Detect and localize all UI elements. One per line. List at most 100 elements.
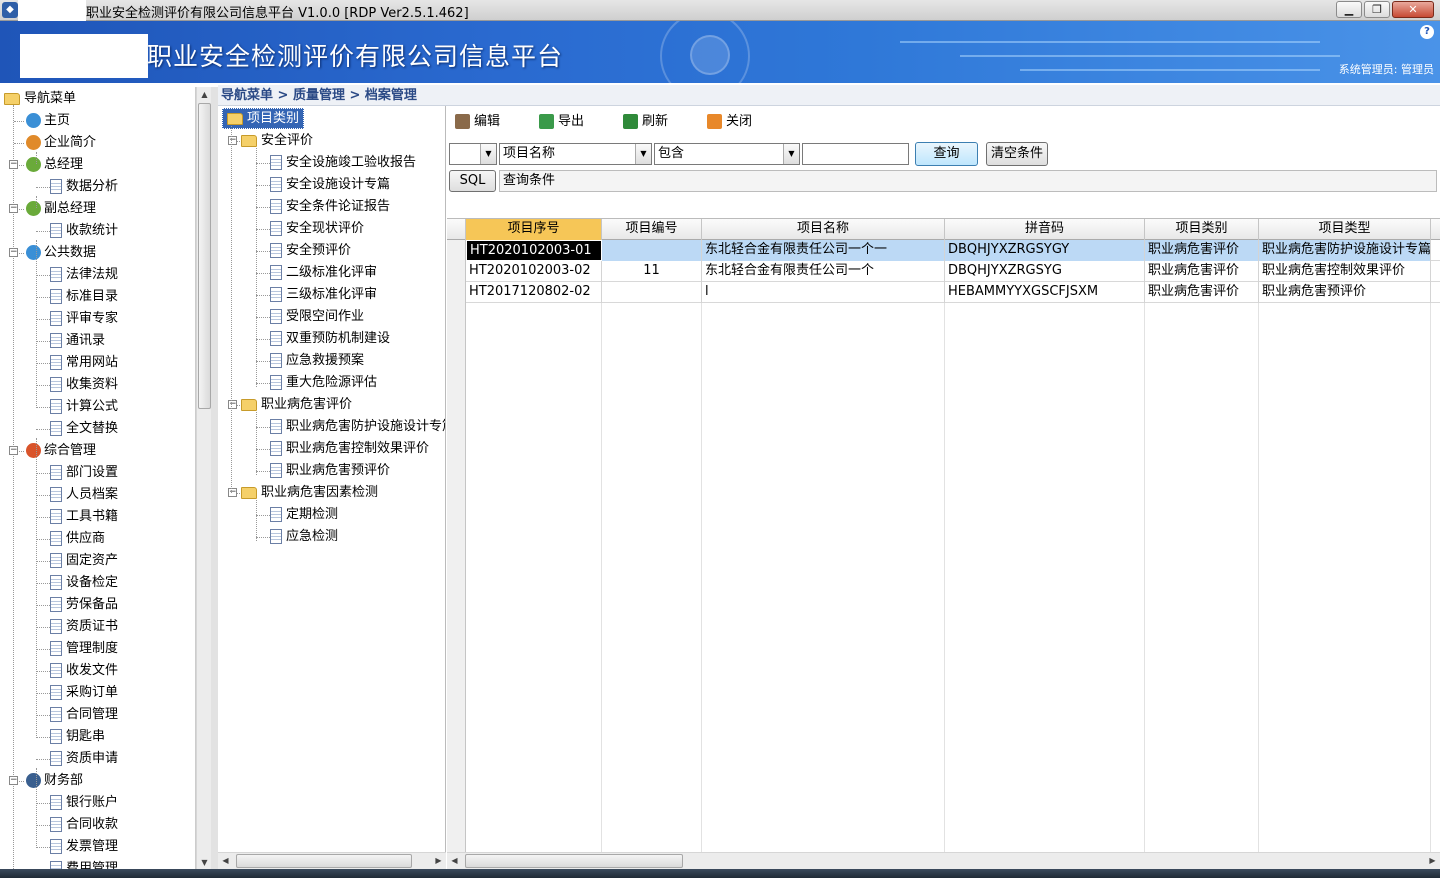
nav-root[interactable]: 导航菜单 (4, 88, 76, 110)
export-button[interactable]: 导出 (539, 111, 584, 133)
category-group[interactable]: − 职业病危害评价 (228, 394, 352, 416)
close-button[interactable]: 关闭 (707, 111, 752, 133)
table-row[interactable]: HT2020102003-01 东北轻合金有限责任公司一个一 DBQHJYXZRGS… (447, 240, 1440, 261)
nav-item[interactable]: 主页 (26, 110, 70, 132)
collapse-toggle[interactable]: − (9, 446, 18, 455)
scroll-right-arrow-icon[interactable]: ▶ (431, 853, 446, 868)
category-item[interactable]: 三级标准化评审 (270, 284, 377, 306)
help-icon[interactable]: ? (1420, 25, 1434, 39)
collapse-toggle[interactable]: − (228, 488, 237, 497)
panel-splitter[interactable] (211, 87, 218, 870)
table-cell[interactable]: HT2017120802-02 (466, 282, 602, 303)
table-cell[interactable]: 职业病危害控制效果评价 (1259, 261, 1431, 282)
scroll-left-arrow-icon[interactable]: ◀ (447, 853, 462, 868)
nav-subitem[interactable]: 计算公式 (50, 396, 118, 418)
nav-vertical-scrollbar[interactable]: ▲ ▼ (196, 87, 211, 870)
category-item[interactable]: 重大危险源评估 (270, 372, 377, 394)
column-header[interactable]: 项目类别 (1145, 219, 1259, 240)
table-cell[interactable]: HT2020102003-01 (466, 240, 602, 261)
table-cell[interactable]: 东北轻合金有限责任公司一个 (702, 261, 945, 282)
nav-subitem[interactable]: 常用网站 (50, 352, 118, 374)
nav-subitem[interactable]: 数据分析 (50, 176, 118, 198)
field-select[interactable]: 项目名称 ▼ (499, 143, 652, 165)
nav-subitem[interactable]: 发票管理 (50, 836, 118, 858)
row-header[interactable] (447, 240, 466, 261)
filter-value-input[interactable] (802, 143, 909, 165)
column-header[interactable]: 项目编号 (602, 219, 702, 240)
category-item[interactable]: 安全设施设计专篇 (270, 174, 390, 196)
table-cell[interactable]: l (702, 282, 945, 303)
chevron-down-icon[interactable]: ▼ (480, 144, 496, 164)
nav-subitem[interactable]: 供应商 (50, 528, 105, 550)
category-root[interactable]: 项目类别 (222, 108, 305, 130)
nav-subitem[interactable]: 资质证书 (50, 616, 118, 638)
nav-subitem[interactable]: 钥匙串 (50, 726, 105, 748)
scroll-up-arrow-icon[interactable]: ▲ (197, 87, 212, 102)
nav-subitem[interactable]: 合同管理 (50, 704, 118, 726)
collapse-toggle[interactable]: − (228, 400, 237, 409)
table-row[interactable]: HT2020102003-02 11 东北轻合金有限责任公司一个 DBQHJYXZRG… (447, 261, 1440, 282)
category-item[interactable]: 安全预评价 (270, 240, 351, 262)
nav-subitem[interactable]: 劳保备品 (50, 594, 118, 616)
minimize-button[interactable]: ▁ (1336, 1, 1362, 18)
table-cell[interactable]: 东北轻合金有限责任公司一个一 (702, 240, 945, 261)
table-cell[interactable]: 职业病危害评价 (1145, 240, 1259, 261)
table-cell[interactable]: DBQHJYXZRGSYG (945, 261, 1145, 282)
category-item[interactable]: 定期检测 (270, 504, 338, 526)
category-item[interactable]: 二级标准化评审 (270, 262, 377, 284)
nav-subitem[interactable]: 资质申请 (50, 748, 118, 770)
nav-subitem[interactable]: 标准目录 (50, 286, 118, 308)
scroll-down-arrow-icon[interactable]: ▼ (197, 855, 212, 870)
table-cell[interactable]: 职业病危害预评价 (1259, 282, 1431, 303)
scrollbar-thumb[interactable] (465, 854, 683, 868)
nav-subitem[interactable]: 采购订单 (50, 682, 118, 704)
chevron-down-icon[interactable]: ▼ (635, 144, 651, 164)
grid-horizontal-scrollbar[interactable]: ◀ ▶ (447, 852, 1440, 869)
logic-select[interactable]: ▼ (449, 143, 497, 165)
scroll-right-arrow-icon[interactable]: ▶ (1425, 853, 1440, 868)
nav-subitem[interactable]: 收集资料 (50, 374, 118, 396)
category-item[interactable]: 应急救援预案 (270, 350, 364, 372)
collapse-toggle[interactable]: − (9, 204, 18, 213)
nav-subitem[interactable]: 收发文件 (50, 660, 118, 682)
chevron-down-icon[interactable]: ▼ (783, 144, 799, 164)
nav-subitem[interactable]: 评审专家 (50, 308, 118, 330)
table-row[interactable]: HT2017120802-02 l HEBAMMYYXGSCFJSXM 职业病危害评价… (447, 282, 1440, 303)
collapse-toggle[interactable]: − (228, 136, 237, 145)
query-button[interactable]: 查询 (915, 142, 978, 166)
nav-subitem[interactable]: 银行账户 (50, 792, 118, 814)
scrollbar-thumb[interactable] (198, 103, 211, 409)
nav-subitem[interactable]: 收款统计 (50, 220, 118, 242)
nav-subitem[interactable]: 管理制度 (50, 638, 118, 660)
clear-conditions-button[interactable]: 清空条件 (986, 142, 1048, 166)
refresh-button[interactable]: 刷新 (623, 111, 668, 133)
column-header[interactable]: 项目类型 (1259, 219, 1431, 240)
table-cell[interactable] (602, 240, 702, 261)
category-item[interactable]: 职业病危害控制效果评价 (270, 438, 429, 460)
table-cell[interactable]: HT2020102003-02 (466, 261, 602, 282)
collapse-toggle[interactable]: − (9, 776, 18, 785)
nav-subitem[interactable]: 固定资产 (50, 550, 118, 572)
table-cell[interactable]: 职业病危害防护设施设计专篇 (1259, 240, 1431, 261)
nav-item[interactable]: − 财务部 (9, 770, 83, 792)
collapse-toggle[interactable]: − (9, 160, 18, 169)
row-header[interactable] (447, 261, 466, 282)
operator-select[interactable]: 包含 ▼ (654, 143, 800, 165)
scrollbar-thumb[interactable] (236, 854, 412, 868)
scroll-left-arrow-icon[interactable]: ◀ (218, 853, 233, 868)
grid-corner[interactable] (447, 219, 466, 240)
category-group[interactable]: − 安全评价 (228, 130, 313, 152)
category-item[interactable]: 职业病危害预评价 (270, 460, 390, 482)
column-header[interactable]: 拼音码 (945, 219, 1145, 240)
nav-subitem[interactable]: 工具书籍 (50, 506, 118, 528)
column-header[interactable]: 项目名称 (702, 219, 945, 240)
table-cell[interactable]: 11 (602, 261, 702, 282)
table-cell[interactable]: HEBAMMYYXGSCFJSXM (945, 282, 1145, 303)
row-header[interactable] (447, 282, 466, 303)
nav-item[interactable]: − 总经理 (9, 154, 83, 176)
collapse-toggle[interactable]: − (9, 248, 18, 257)
nav-subitem[interactable]: 设备检定 (50, 572, 118, 594)
category-item[interactable]: 安全条件论证报告 (270, 196, 390, 218)
maximize-button[interactable]: ❐ (1364, 1, 1390, 18)
nav-subitem[interactable]: 法律法规 (50, 264, 118, 286)
